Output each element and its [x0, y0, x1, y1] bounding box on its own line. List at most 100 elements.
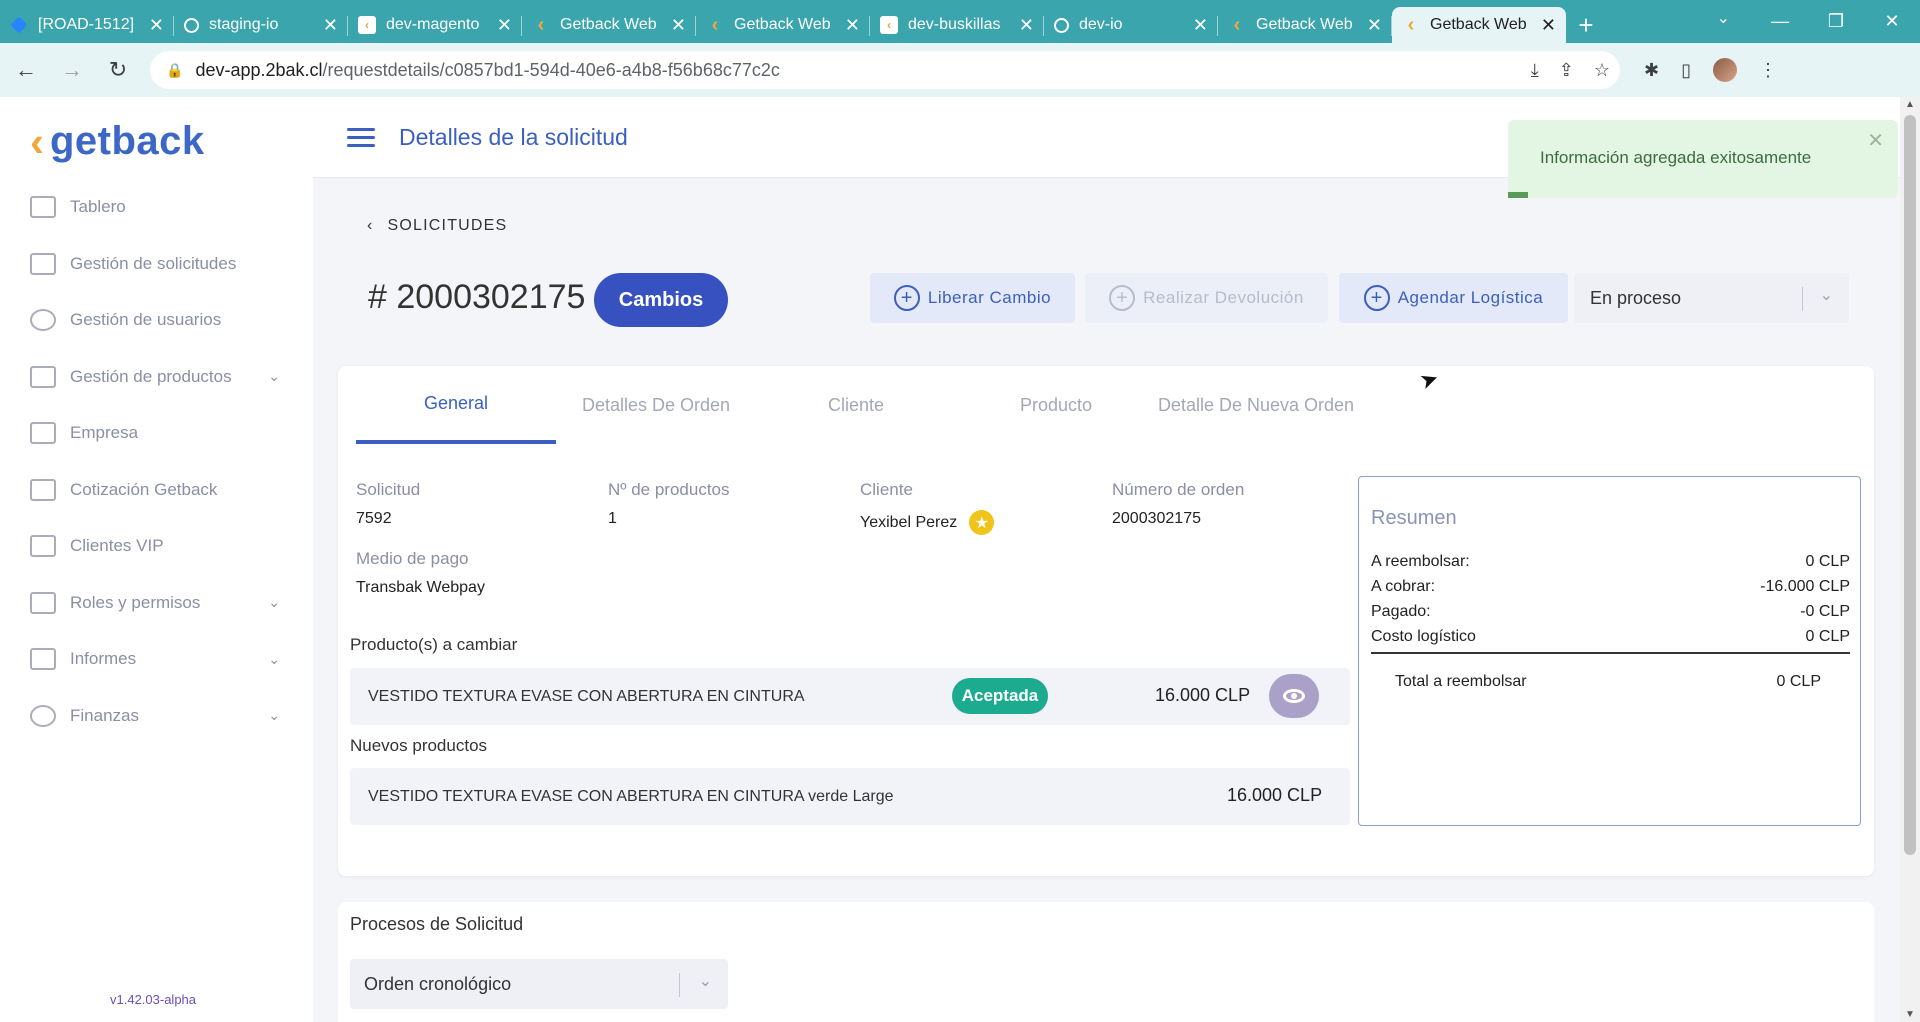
request-number: # 2000302175 [368, 278, 586, 316]
order-select[interactable]: Orden cronológico ⌄ [350, 959, 728, 1009]
process-card: Procesos de Solicitud Orden cronológico … [338, 902, 1874, 1022]
scroll-down-icon[interactable]: ▼ [1905, 1009, 1915, 1020]
extensions-puzzle-icon[interactable]: ✱ [1644, 60, 1659, 81]
close-tab-icon[interactable]: ✕ [1367, 15, 1382, 36]
scroll-up-icon[interactable]: ▲ [1905, 99, 1915, 110]
loading-icon [184, 17, 199, 33]
side-panel-icon[interactable]: ▯ [1681, 60, 1691, 81]
building-icon [30, 422, 56, 445]
tab-cliente[interactable]: Cliente [756, 366, 956, 444]
lock-icon[interactable]: 🔒 [166, 62, 183, 79]
hamburger-menu-icon[interactable] [347, 123, 375, 152]
install-icon[interactable]: ⤓ [1531, 60, 1539, 81]
vip-star-icon: ★ [969, 510, 995, 535]
close-tab-icon[interactable]: ✕ [845, 15, 860, 36]
chevron-down-icon: ⌄ [268, 650, 280, 667]
restore-icon[interactable]: ❐ [1808, 11, 1864, 32]
reload-icon[interactable]: ↻ [98, 57, 138, 83]
jira-icon [10, 16, 28, 34]
field-medio-pago: Medio de pago Transbak Webpay [356, 549, 485, 596]
page-title: Detalles de la solicitud [399, 123, 628, 150]
plus-circle-icon: + [1363, 285, 1390, 311]
chevron-down-icon: ⌄ [268, 368, 280, 385]
browser-tab[interactable]: ‹ Getback Web ✕ [1218, 7, 1392, 43]
summary-row: A cobrar: -16.000 CLP [1371, 578, 1850, 595]
sidebar-item-roles[interactable]: Roles y permisos ⌄ [30, 575, 280, 632]
summary-total-row: Total a reembolsar 0 CLP [1395, 673, 1821, 690]
section-title-change: Producto(s) a cambiar [350, 635, 518, 654]
sidebar: ‹ getback Tablero Gestión de solicitudes… [0, 97, 313, 1022]
close-tab-icon[interactable]: ✕ [1019, 15, 1034, 36]
browser-tabstrip: [ROAD-1512] ✕ staging-io ✕ ‹ dev-magento ✕ ‹… [0, 0, 1920, 43]
summary-title: Resumen [1371, 507, 1457, 529]
tab-producto[interactable]: Producto [956, 366, 1156, 444]
tab-search-icon[interactable]: ⌄ [1717, 8, 1730, 28]
url-input[interactable]: 🔒 dev-app.2bak.cl/requestdetails/c0857bd… [150, 51, 1620, 89]
summary-row: Costo logístico 0 CLP [1371, 628, 1850, 645]
window-controls: — ❐ ✕ [1752, 0, 1920, 43]
close-icon[interactable]: ✕ [1867, 128, 1884, 153]
report-icon [30, 648, 56, 671]
sidebar-item-usuarios[interactable]: Gestión de usuarios [30, 292, 280, 349]
field-num-productos: Nº de productos 1 [608, 480, 730, 527]
sidebar-item-clientes-vip[interactable]: Clientes VIP [30, 518, 280, 575]
address-bar-row: ← → ↻ 🔒 dev-app.2bak.cl/requestdetails/c… [0, 43, 1920, 97]
new-tab-button[interactable]: + [1566, 7, 1606, 43]
browser-tab[interactable]: ‹ Getback Web ✕ [522, 7, 696, 43]
close-tab-icon[interactable]: ✕ [497, 15, 512, 36]
logo-chevron-icon: ‹ [30, 117, 44, 165]
browser-tab[interactable]: dev-io ✕ [1044, 7, 1218, 43]
forward-arrow-icon[interactable]: → [52, 57, 92, 83]
minimize-icon[interactable]: — [1752, 11, 1808, 32]
page-scrollbar[interactable]: ▲ ▼ [1900, 97, 1920, 1022]
bookmark-star-icon[interactable]: ☆ [1594, 60, 1610, 81]
status-select[interactable]: En proceso ⌄ [1574, 273, 1849, 323]
close-window-icon[interactable]: ✕ [1864, 11, 1920, 32]
product-row: VESTIDO TEXTURA EVASE CON ABERTURA EN CI… [350, 668, 1350, 725]
field-solicitud: Solicitud 7592 [356, 480, 421, 527]
close-tab-icon[interactable]: ✕ [1541, 15, 1556, 36]
tab-detalles-orden[interactable]: Detalles De Orden [556, 366, 756, 444]
back-to-requests-link[interactable]: ‹ SOLICITUDES [367, 217, 507, 235]
scrollbar-thumb[interactable] [1904, 115, 1916, 855]
tab-detalle-nueva-orden[interactable]: Detalle De Nueva Orden [1156, 366, 1356, 444]
browser-tab[interactable]: ‹ dev-magento ✕ [348, 7, 522, 43]
view-eye-icon[interactable] [1269, 674, 1319, 718]
sidebar-item-cotizacion[interactable]: Cotización Getback [30, 462, 280, 519]
toast-progress-bar [1508, 192, 1528, 198]
close-tab-icon[interactable]: ✕ [671, 15, 686, 36]
chevron-down-icon: ⌄ [698, 973, 712, 990]
tab-general[interactable]: General [356, 366, 556, 444]
close-tab-icon[interactable]: ✕ [149, 15, 164, 36]
request-type-badge: Cambios [594, 273, 728, 327]
chevron-left-icon: ‹ [367, 217, 374, 234]
process-title: Procesos de Solicitud [350, 914, 524, 934]
back-arrow-icon[interactable]: ← [6, 57, 46, 83]
sidebar-item-empresa[interactable]: Empresa [30, 405, 280, 462]
close-tab-icon[interactable]: ✕ [323, 15, 338, 36]
browser-menu-icon[interactable]: ⋮ [1759, 60, 1777, 81]
getback-logo[interactable]: ‹ getback [30, 119, 205, 164]
sidebar-item-informes[interactable]: Informes ⌄ [30, 631, 280, 688]
close-tab-icon[interactable]: ✕ [1193, 15, 1208, 36]
share-icon[interactable]: ⇪ [1559, 60, 1574, 81]
dollar-icon [30, 704, 56, 727]
building-icon [30, 478, 56, 501]
toast-message: Información agregada exitosamente [1540, 148, 1812, 167]
sidebar-item-solicitudes[interactable]: Gestión de solicitudes [30, 236, 280, 293]
browser-tab-active[interactable]: ‹ Getback Web ✕ [1392, 7, 1566, 43]
sidebar-item-finanzas[interactable]: Finanzas ⌄ [30, 688, 280, 745]
field-numero-orden: Número de orden 2000302175 [1112, 480, 1245, 527]
browser-tab[interactable]: staging-io ✕ [174, 7, 348, 43]
sidebar-item-tablero[interactable]: Tablero [30, 179, 280, 236]
release-change-button[interactable]: + Liberar Cambio [870, 273, 1075, 323]
profile-avatar[interactable] [1713, 58, 1737, 82]
schedule-logistics-button[interactable]: + Agendar Logística [1339, 273, 1568, 323]
browser-tab[interactable]: ‹ Getback Web ✕ [696, 7, 870, 43]
summary-panel: Resumen A reembolsar: 0 CLP A cobrar: -16.… [1358, 476, 1861, 826]
browser-tab[interactable]: ‹ dev-buskillas ✕ [870, 7, 1044, 43]
refund-button[interactable]: + Realizar Devolución [1085, 273, 1328, 323]
request-details-card: General Detalles De Orden Cliente Produc… [338, 366, 1874, 876]
browser-tab[interactable]: [ROAD-1512] ✕ [0, 7, 174, 43]
sidebar-item-productos[interactable]: Gestión de productos ⌄ [30, 349, 280, 406]
